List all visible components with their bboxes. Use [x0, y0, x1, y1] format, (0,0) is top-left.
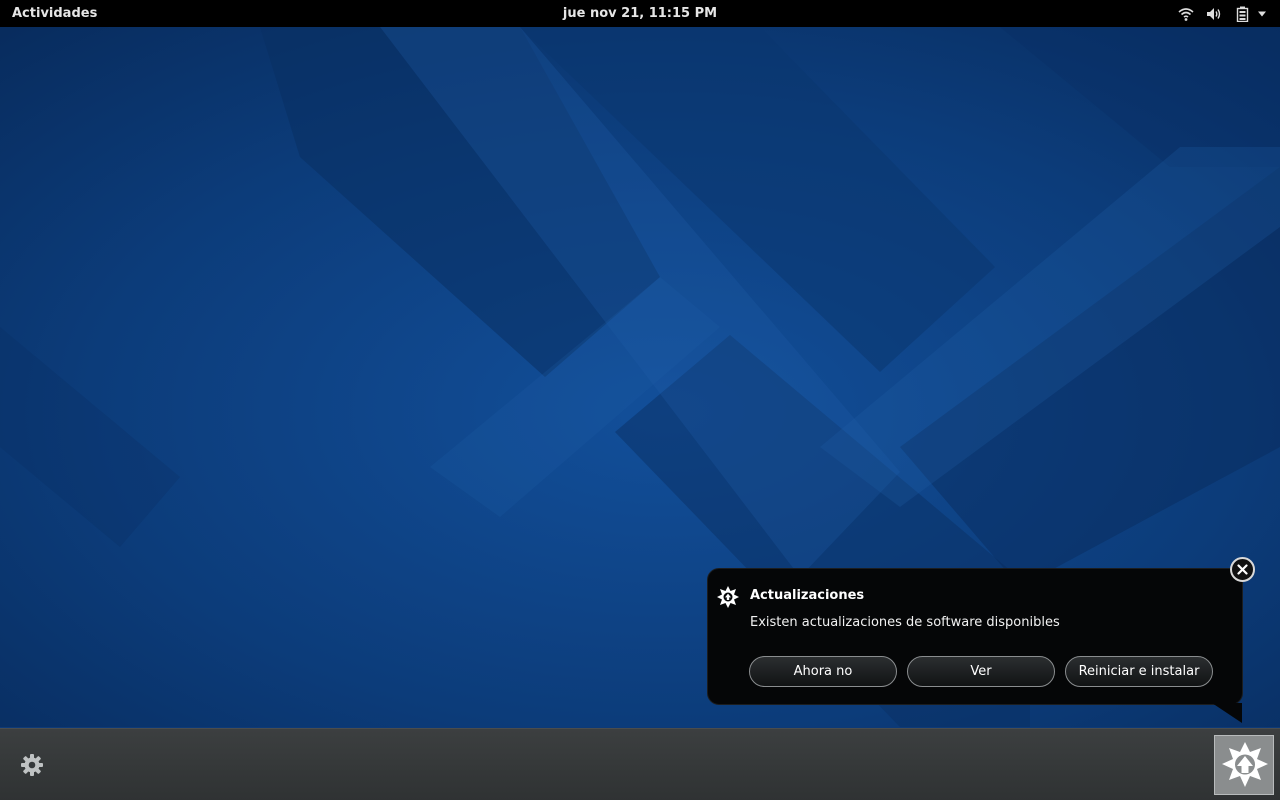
updates-icon — [716, 585, 740, 609]
notification-body: Existen actualizaciones de software disp… — [750, 615, 1060, 630]
volume-icon[interactable] — [1206, 6, 1222, 22]
close-icon[interactable] — [1230, 557, 1255, 582]
message-tray — [0, 728, 1280, 800]
notification-title: Actualizaciones — [750, 588, 865, 603]
view-button[interactable]: Ver — [907, 656, 1055, 687]
notification-pointer — [1212, 703, 1242, 723]
desktop: Actividades jue nov 21, 11:15 PM Actuali… — [0, 0, 1280, 800]
clock[interactable]: jue nov 21, 11:15 PM — [0, 6, 1280, 22]
not-now-button[interactable]: Ahora no — [749, 656, 897, 687]
restart-and-install-button[interactable]: Reiniciar e instalar — [1065, 656, 1213, 687]
update-notification: Actualizaciones Existen actualizaciones … — [707, 568, 1243, 705]
wifi-icon[interactable] — [1178, 6, 1194, 22]
chevron-down-icon[interactable] — [1257, 8, 1267, 24]
software-update-icon[interactable] — [1214, 735, 1274, 795]
gear-icon[interactable] — [20, 753, 44, 777]
top-bar: Actividades jue nov 21, 11:15 PM — [0, 0, 1280, 27]
battery-icon[interactable] — [1236, 6, 1250, 23]
